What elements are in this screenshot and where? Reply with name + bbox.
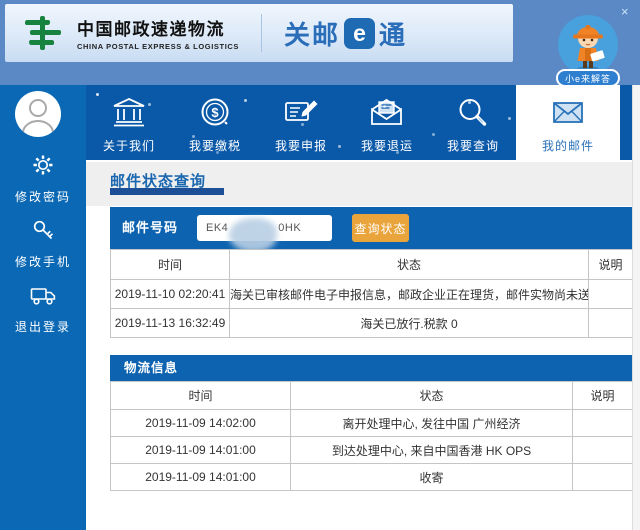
brand-name-en: CHINA POSTAL EXPRESS & LOGISTICS bbox=[77, 42, 239, 51]
query-panel: 邮件号码 EK4 0HK 查询状态 bbox=[110, 207, 632, 249]
nav-decor-dots bbox=[96, 93, 99, 96]
mail-number-suffix: 0HK bbox=[278, 222, 301, 234]
cell-time: 2019-11-09 14:01:00 bbox=[111, 464, 291, 491]
table-row: 2019-11-09 14:01:00 收寄 bbox=[111, 464, 633, 491]
sidebar-item-logout[interactable]: 退出登录 bbox=[0, 285, 86, 335]
key-icon bbox=[31, 218, 55, 247]
assistant-mascot[interactable] bbox=[558, 15, 618, 75]
building-icon bbox=[110, 94, 148, 132]
cell-time: 2019-11-13 16:32:49 bbox=[111, 309, 230, 338]
mail-number-label: 邮件号码 bbox=[122, 207, 178, 249]
return-mail-icon bbox=[368, 94, 406, 132]
col-header-time: 时间 bbox=[111, 250, 230, 280]
table-row: 2019-11-09 14:01:00 到达处理中心, 来自中国香港 HK OP… bbox=[111, 437, 633, 464]
cell-note bbox=[573, 437, 633, 464]
sidebar-item-label: 修改密码 bbox=[15, 188, 71, 205]
avatar bbox=[15, 91, 61, 137]
header-divider bbox=[261, 14, 262, 52]
nav-item-label: 我要申报 bbox=[275, 137, 327, 154]
nav-item-label: 关于我们 bbox=[103, 137, 155, 154]
col-header-status: 状态 bbox=[291, 382, 573, 410]
top-header: 中国邮政速递物流 CHINA POSTAL EXPRESS & LOGISTIC… bbox=[0, 0, 640, 85]
china-post-logo-icon bbox=[23, 13, 67, 53]
search-icon bbox=[454, 94, 492, 132]
cell-status: 到达处理中心, 来自中国香港 HK OPS bbox=[291, 437, 573, 464]
mail-number-prefix: EK4 bbox=[206, 222, 228, 234]
status-table-header-row: 时间 状态 说明 bbox=[111, 250, 633, 280]
cell-time: 2019-11-10 02:20:41 bbox=[111, 280, 230, 309]
table-row: 2019-11-10 02:20:41 海关已审核邮件电子申报信息，邮政企业正在… bbox=[111, 280, 633, 309]
cell-time: 2019-11-09 14:01:00 bbox=[111, 437, 291, 464]
cell-status: 海关已放行.税款 0 bbox=[230, 309, 589, 338]
cell-note bbox=[589, 309, 633, 338]
cell-time: 2019-11-09 14:02:00 bbox=[111, 410, 291, 437]
svg-text:$: $ bbox=[211, 105, 219, 120]
nav-about-us[interactable]: 关于我们 bbox=[86, 85, 172, 160]
cell-status: 海关已审核邮件电子申报信息，邮政企业正在理货，邮件实物尚未送交海关 bbox=[230, 280, 589, 309]
title-underline bbox=[110, 188, 224, 195]
user-icon bbox=[15, 91, 61, 137]
cell-note bbox=[573, 464, 633, 491]
col-header-note: 说明 bbox=[589, 250, 633, 280]
nav-query[interactable]: 我要查询 bbox=[430, 85, 516, 160]
product-name: 关邮 e 通 bbox=[284, 15, 407, 52]
main-nav: 关于我们 $ 我要缴税 我要申报 bbox=[86, 85, 632, 160]
truck-icon bbox=[30, 285, 57, 312]
nav-my-mail[interactable]: 我的邮件 bbox=[516, 85, 620, 160]
mail-icon bbox=[548, 94, 588, 132]
brand-name-cn: 中国邮政速递物流 bbox=[77, 15, 239, 40]
mascot-icon bbox=[558, 15, 618, 75]
col-header-note: 说明 bbox=[573, 382, 633, 410]
table-row: 2019-11-13 16:32:49 海关已放行.税款 0 bbox=[111, 309, 633, 338]
sidebar-item-label: 退出登录 bbox=[15, 318, 71, 335]
nav-pay-tax[interactable]: $ 我要缴税 bbox=[172, 85, 258, 160]
cell-note bbox=[589, 280, 633, 309]
redaction-blur bbox=[229, 218, 277, 252]
declare-form-icon bbox=[282, 94, 320, 132]
mail-number-input[interactable]: EK4 0HK bbox=[197, 215, 332, 241]
sidebar-item-change-phone[interactable]: 修改手机 bbox=[0, 218, 86, 270]
coin-icon: $ bbox=[196, 94, 234, 132]
sidebar: 修改密码 修改手机 退出登录 bbox=[0, 85, 86, 530]
assistant-badge[interactable]: 小e来解答 bbox=[556, 69, 620, 87]
logistics-table: 时间 状态 说明 2019-11-09 14:02:00 离开处理中心, 发往中… bbox=[110, 381, 633, 491]
col-header-time: 时间 bbox=[111, 382, 291, 410]
product-left: 关邮 bbox=[284, 15, 340, 52]
table-row: 2019-11-09 14:02:00 离开处理中心, 发往中国 广州经济 bbox=[111, 410, 633, 437]
nav-item-label: 我要查询 bbox=[447, 137, 499, 154]
app-window: 中国邮政速递物流 CHINA POSTAL EXPRESS & LOGISTIC… bbox=[0, 0, 640, 530]
nav-declare[interactable]: 我要申报 bbox=[258, 85, 344, 160]
nav-item-label: 我的邮件 bbox=[542, 137, 594, 154]
gear-icon bbox=[31, 153, 55, 182]
product-right: 通 bbox=[379, 15, 407, 52]
nav-return-shipment[interactable]: 我要退运 bbox=[344, 85, 430, 160]
cell-status: 收寄 bbox=[291, 464, 573, 491]
logistics-header: 物流信息 bbox=[110, 355, 632, 381]
product-e-badge: e bbox=[344, 18, 375, 49]
cell-note bbox=[573, 410, 633, 437]
scrollbar-track[interactable] bbox=[632, 85, 640, 530]
close-icon[interactable]: × bbox=[621, 4, 629, 19]
query-status-button[interactable]: 查询状态 bbox=[352, 214, 409, 242]
nav-item-label: 我要退运 bbox=[361, 137, 413, 154]
logistics-table-header-row: 时间 状态 说明 bbox=[111, 382, 633, 410]
brand-header: 中国邮政速递物流 CHINA POSTAL EXPRESS & LOGISTIC… bbox=[5, 4, 513, 62]
main-content: 邮件状态查询 邮件号码 EK4 0HK 查询状态 时间 状态 说明 2019-1… bbox=[86, 160, 632, 530]
sidebar-item-change-password[interactable]: 修改密码 bbox=[0, 153, 86, 205]
sidebar-item-label: 修改手机 bbox=[15, 253, 71, 270]
brand-text-block: 中国邮政速递物流 CHINA POSTAL EXPRESS & LOGISTIC… bbox=[77, 15, 239, 51]
cell-status: 离开处理中心, 发往中国 广州经济 bbox=[291, 410, 573, 437]
nav-item-label: 我要缴税 bbox=[189, 137, 241, 154]
status-table: 时间 状态 说明 2019-11-10 02:20:41 海关已审核邮件电子申报… bbox=[110, 249, 633, 338]
col-header-status: 状态 bbox=[230, 250, 589, 280]
